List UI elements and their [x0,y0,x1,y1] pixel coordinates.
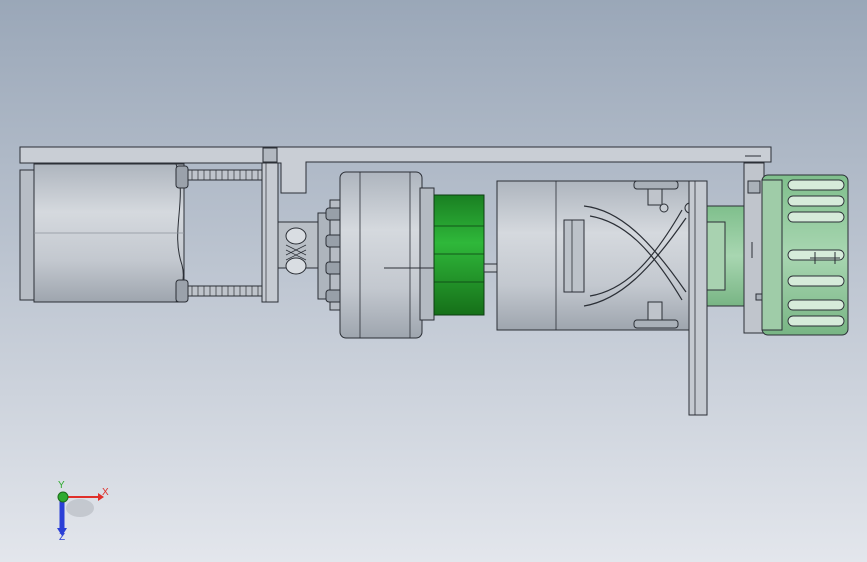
y-axis-label: Y [58,480,65,491]
support-bracket[interactable] [688,180,708,416]
green-stator[interactable] [433,194,485,316]
y-axis-dot [57,491,69,503]
output-coupler[interactable] [706,205,746,307]
cam-housing[interactable] [496,180,696,331]
cad-viewport[interactable]: X Y Z [0,0,867,562]
x-axis-label: X [102,487,109,498]
assembly-drawing[interactable] [0,0,867,562]
finned-head[interactable] [761,174,849,336]
z-axis-label: Z [59,532,66,543]
gearbox-housing[interactable] [339,171,435,339]
drive-motor[interactable] [19,163,185,303]
